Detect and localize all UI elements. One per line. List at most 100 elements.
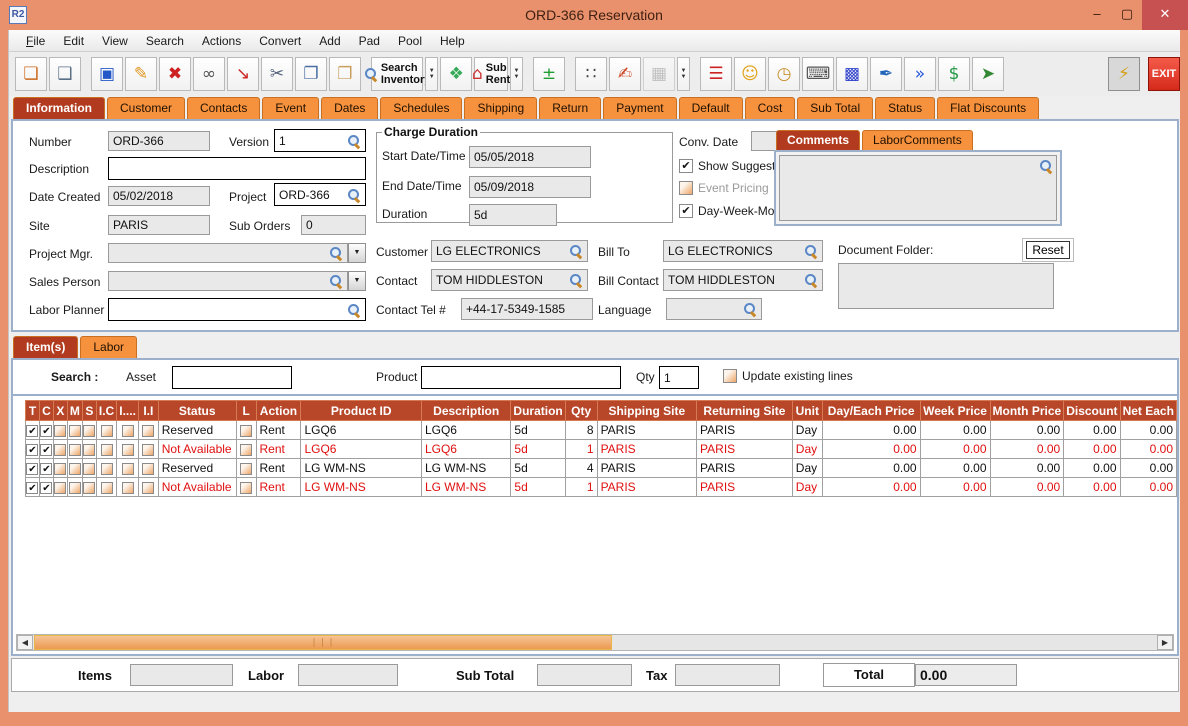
col-header-x[interactable]: X (53, 401, 67, 421)
col-header-duration[interactable]: Duration (511, 401, 565, 421)
document-folder-textarea[interactable] (838, 263, 1054, 309)
menu-convert[interactable]: Convert (250, 32, 310, 50)
row-labor-checkbox[interactable] (240, 463, 252, 475)
menu-search[interactable]: Search (137, 32, 193, 50)
row-cell-shipping-site[interactable]: PARIS (597, 440, 696, 459)
row-cell-product-id[interactable]: LGQ6 (301, 421, 422, 440)
version-field[interactable]: 1 (274, 129, 366, 152)
row-cell-action[interactable]: Rent (256, 440, 301, 459)
row-cell-action[interactable]: Rent (256, 478, 301, 497)
row-cell-description[interactable]: LGQ6 (421, 440, 510, 459)
row-flag-cell-ic[interactable] (96, 440, 116, 459)
money-notes-button[interactable]: $ (938, 57, 970, 91)
row-cell-month-price[interactable]: 0.00 (990, 478, 1064, 497)
quick-action-button[interactable]: ⚡ (1108, 57, 1140, 91)
tab-information[interactable]: Information (13, 97, 105, 119)
tab-contacts[interactable]: Contacts (187, 97, 260, 119)
col-header-ic[interactable]: I.C (96, 401, 116, 421)
row-flag-cell-i[interactable] (117, 478, 139, 497)
row-flag-cell-x[interactable] (53, 421, 67, 440)
row-cell-product-id[interactable]: LGQ6 (301, 440, 422, 459)
row-cell-month-price[interactable]: 0.00 (990, 440, 1064, 459)
maximize-button[interactable]: ▢ (1112, 0, 1142, 30)
row-cell-net-each[interactable]: 0.00 (1120, 421, 1176, 440)
new-order-button[interactable]: ❏ (15, 57, 47, 91)
row-flag-cell-ii[interactable] (138, 440, 158, 459)
version-lookup-icon[interactable] (347, 134, 361, 148)
row-flag-checkbox[interactable] (122, 482, 134, 494)
row-cell-day-each-price[interactable]: 0.00 (822, 459, 920, 478)
row-flag-cell-s[interactable] (82, 421, 96, 440)
project-field[interactable]: ORD-366 (274, 183, 366, 206)
row-flag-checkbox[interactable] (54, 444, 66, 456)
customer-lookup-icon[interactable] (569, 244, 583, 258)
table-row[interactable]: ReservedRentLG WM-NSLG WM-NS5d4PARISPARI… (26, 459, 1177, 478)
day-week-month-checkbox[interactable] (679, 204, 693, 218)
scroll-left-arrow[interactable]: ◀ (17, 635, 33, 650)
row-flag-checkbox[interactable] (54, 463, 66, 475)
row-labor-checkbox[interactable] (240, 444, 252, 456)
row-flag-checkbox[interactable] (69, 444, 81, 456)
project-mgr-dropdown-button[interactable]: ▼ (348, 243, 366, 263)
row-flag-checkbox[interactable] (69, 482, 81, 494)
save-button[interactable]: ▣ (91, 57, 123, 91)
row-cell-returning-site[interactable]: PARIS (697, 459, 793, 478)
comments-textarea[interactable] (779, 155, 1057, 221)
row-cell-week-price[interactable]: 0.00 (920, 421, 990, 440)
row-flag-cell-m[interactable] (67, 459, 82, 478)
row-cell-product-id[interactable]: LG WM-NS (301, 478, 422, 497)
row-flag-checkbox[interactable] (83, 463, 95, 475)
row-flag-checkbox[interactable] (101, 482, 113, 494)
row-flag-cell-x[interactable] (53, 459, 67, 478)
money-forward-button[interactable]: » (904, 57, 936, 91)
row-cell-net-each[interactable]: 0.00 (1120, 440, 1176, 459)
row-flag-checkbox[interactable] (83, 482, 95, 494)
row-cell-qty[interactable]: 4 (565, 459, 597, 478)
col-header-month-price[interactable]: Month Price (990, 401, 1064, 421)
sub-rent-button-dropdown[interactable]: ▼▼ (510, 57, 523, 91)
minimize-button[interactable]: – (1082, 0, 1112, 30)
comments-lookup-icon[interactable] (1039, 159, 1053, 173)
table-row[interactable]: Not AvailableRentLGQ6LGQ65d1PARISPARISDa… (26, 440, 1177, 459)
row-labor-cell[interactable] (236, 421, 256, 440)
qty-input[interactable]: 1 (659, 366, 699, 389)
row-flag-checkbox[interactable] (122, 425, 134, 437)
folder-history-button[interactable]: ◷ (768, 57, 800, 91)
menu-actions[interactable]: Actions (193, 32, 250, 50)
labor-planner-field[interactable] (108, 298, 366, 321)
row-cell-duration[interactable]: 5d (511, 421, 565, 440)
menu-add[interactable]: Add (310, 32, 349, 50)
update-existing-checkbox[interactable] (723, 369, 737, 383)
row-cell-qty[interactable]: 1 (565, 440, 597, 459)
row-flag-checkbox[interactable] (101, 425, 113, 437)
row-flag-cell-i[interactable] (117, 459, 139, 478)
resources-button[interactable]: ❖ (440, 57, 472, 91)
tab-schedules[interactable]: Schedules (380, 97, 462, 119)
menu-edit[interactable]: Edit (54, 32, 93, 50)
scrollbar-thumb[interactable]: ❘❘❘ (34, 635, 612, 650)
delete-button[interactable]: ✖ (159, 57, 191, 91)
row-flag-cell-m[interactable] (67, 440, 82, 459)
row-flag-cell-ic[interactable] (96, 421, 116, 440)
row-cell-discount[interactable]: 0.00 (1064, 478, 1120, 497)
row-cell-day-each-price[interactable]: 0.00 (822, 478, 920, 497)
tab-customer[interactable]: Customer (107, 97, 185, 119)
col-header-shipping-site[interactable]: Shipping Site (597, 401, 696, 421)
tab-sub-total[interactable]: Sub Total (797, 97, 873, 119)
col-header-day-each-price[interactable]: Day/Each Price (822, 401, 920, 421)
bill-to-lookup-icon[interactable] (804, 244, 818, 258)
row-cell-week-price[interactable]: 0.00 (920, 459, 990, 478)
tab-default[interactable]: Default (679, 97, 743, 119)
row-flag-cell-c[interactable] (39, 459, 53, 478)
col-header-m[interactable]: M (67, 401, 82, 421)
menu-pad[interactable]: Pad (350, 32, 389, 50)
cut-button[interactable]: ✂ (261, 57, 293, 91)
tab-laborcomments[interactable]: LaborComments (862, 130, 973, 150)
col-header-returning-site[interactable]: Returning Site (697, 401, 793, 421)
happy-customer-button[interactable]: ☺ (734, 57, 766, 91)
col-header-i[interactable]: I.... (117, 401, 139, 421)
search-inventory-button-dropdown[interactable]: ▼▼ (425, 57, 438, 91)
language-lookup-icon[interactable] (743, 302, 757, 316)
exit-button[interactable]: EXIT (1148, 57, 1180, 91)
tab-event[interactable]: Event (262, 97, 319, 119)
